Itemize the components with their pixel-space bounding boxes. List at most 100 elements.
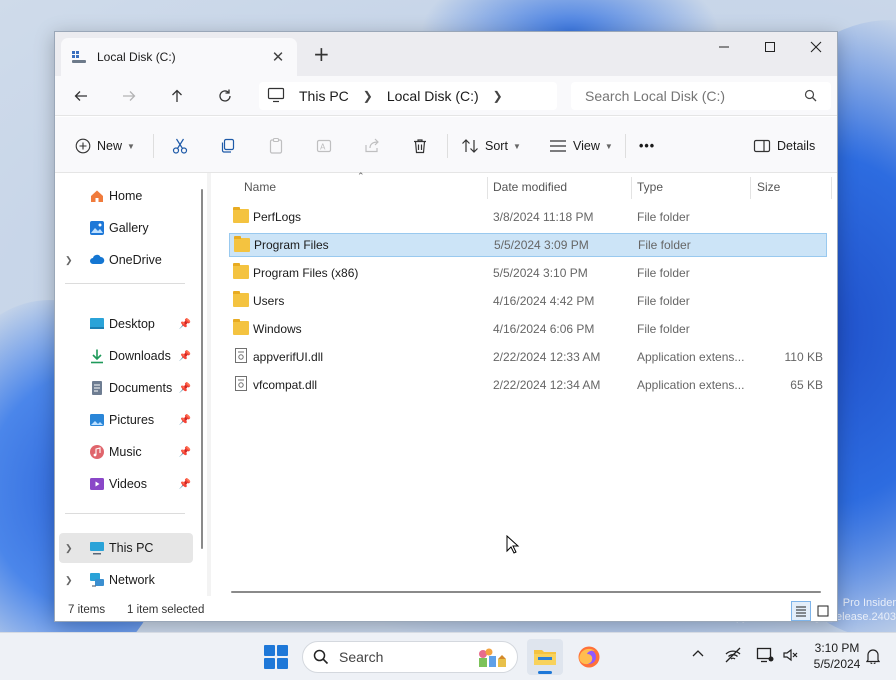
sidebar-item-pictures[interactable]: Pictures 📌 [59, 405, 193, 435]
sidebar-item-onedrive[interactable]: ❯ OneDrive [59, 245, 193, 275]
start-button[interactable] [264, 645, 288, 669]
table-row[interactable]: PerfLogs 3/8/2024 11:18 PM File folder [229, 205, 827, 229]
rename-button[interactable]: A [315, 135, 333, 157]
view-label: View [573, 139, 600, 153]
cut-button[interactable] [171, 135, 189, 157]
new-label: New [97, 139, 123, 153]
column-header-name[interactable]: Name [244, 180, 276, 194]
chevron-right-icon[interactable]: ❯ [65, 543, 73, 554]
file-type: File folder [637, 294, 690, 308]
sidebar-item-network[interactable]: ❯ Network [59, 565, 193, 595]
up-button[interactable] [165, 84, 189, 108]
breadcrumb-local-disk[interactable]: Local Disk (C:) [387, 88, 479, 104]
pin-icon[interactable]: 📌 [179, 351, 191, 362]
taskbar-search[interactable]: Search [302, 641, 518, 673]
file-name: Windows [253, 322, 302, 336]
clipboard-icon [269, 137, 283, 154]
table-row[interactable]: Windows 4/16/2024 6:06 PM File folder [229, 317, 827, 341]
svg-text:A: A [320, 143, 326, 152]
file-date-modified: 2/22/2024 12:34 AM [493, 378, 601, 392]
chevron-right-icon[interactable]: ❯ [363, 89, 373, 103]
file-date-modified: 2/22/2024 12:33 AM [493, 350, 601, 364]
sidebar-item-desktop[interactable]: Desktop 📌 [59, 309, 193, 339]
back-button[interactable] [69, 84, 93, 108]
sidebar-item-label: Home [109, 189, 143, 203]
pin-icon[interactable]: 📌 [179, 415, 191, 426]
details-pane-button[interactable]: Details [753, 135, 815, 157]
refresh-icon [219, 89, 231, 102]
table-row[interactable]: Program Files (x86) 5/5/2024 3:10 PM File … [229, 261, 827, 285]
sidebar-item-downloads[interactable]: Downloads 📌 [59, 341, 193, 371]
file-icon [235, 348, 247, 363]
notification-bell-icon[interactable] [865, 648, 881, 667]
close-window-button[interactable] [793, 32, 837, 62]
details-view-icon [796, 606, 806, 617]
column-header-size[interactable]: Size [757, 180, 780, 194]
file-name: Users [253, 294, 285, 308]
horizontal-scrollbar[interactable] [231, 591, 821, 593]
copy-icon [221, 138, 235, 153]
delete-button[interactable] [411, 135, 429, 157]
new-tab-button[interactable]: + [313, 44, 330, 64]
table-row[interactable]: Users 4/16/2024 4:42 PM File folder [229, 289, 827, 313]
tab-local-disk[interactable]: Local Disk (C:) ✕ [61, 38, 297, 76]
file-size: 110 KB [784, 350, 823, 364]
folder-icon [233, 319, 249, 335]
sidebar-item-music[interactable]: Music 📌 [59, 437, 193, 467]
navigation-pane: Home Gallery ❯ OneDrive Desktop 📌 Downlo… [55, 173, 211, 596]
pin-icon[interactable]: 📌 [179, 319, 191, 330]
breadcrumb-this-pc[interactable]: This PC [299, 88, 349, 104]
chevron-right-icon[interactable]: ❯ [65, 255, 73, 266]
copy-button[interactable] [219, 135, 237, 157]
refresh-button[interactable] [213, 84, 237, 108]
display-tray-icon[interactable] [756, 647, 774, 666]
sidebar-item-this-pc[interactable]: ❯ This PC [59, 533, 193, 563]
pin-icon[interactable]: 📌 [179, 383, 191, 394]
scissors-icon [172, 138, 188, 154]
pin-icon[interactable]: 📌 [179, 447, 191, 458]
monitor-icon [267, 87, 285, 106]
sidebar-item-home[interactable]: Home [59, 181, 193, 211]
chevron-right-icon[interactable]: ❯ [493, 89, 503, 103]
close-tab-button[interactable]: ✕ [269, 48, 287, 66]
minimize-button[interactable] [701, 32, 747, 62]
column-header-type[interactable]: Type [637, 180, 663, 194]
taskbar-file-explorer[interactable] [527, 639, 563, 675]
breadcrumb[interactable]: This PC ❯ Local Disk (C:) ❯ [259, 82, 557, 110]
table-row[interactable]: Program Files 5/5/2024 3:09 PM File folder [229, 233, 827, 257]
maximize-button[interactable] [747, 32, 793, 62]
file-type: File folder [637, 322, 690, 336]
search-input[interactable] [585, 88, 795, 104]
sidebar-scrollbar[interactable] [201, 189, 203, 549]
forward-button[interactable] [117, 84, 141, 108]
sidebar-item-gallery[interactable]: Gallery [59, 213, 193, 243]
search-box[interactable] [571, 82, 831, 110]
table-row[interactable]: vfcompat.dll 2/22/2024 12:34 AM Applicatio… [229, 373, 827, 397]
minimize-icon [719, 46, 729, 48]
mouse-cursor-icon [506, 534, 520, 558]
system-clock[interactable]: 3:10 PM 5/5/2024 [806, 640, 868, 672]
sort-button[interactable]: Sort ▼ [461, 135, 521, 157]
details-view-button[interactable] [791, 601, 811, 621]
speaker-muted-icon[interactable] [782, 647, 798, 666]
new-button[interactable]: New ▼ [75, 135, 135, 157]
paste-button[interactable] [267, 135, 285, 157]
share-button[interactable] [363, 135, 381, 157]
search-icon [804, 89, 817, 105]
show-hidden-icons-button[interactable] [692, 647, 704, 661]
chevron-right-icon[interactable]: ❯ [65, 575, 73, 586]
taskbar-firefox[interactable] [571, 639, 607, 675]
tiles-view-icon [817, 605, 829, 617]
more-options-button[interactable]: ••• [639, 135, 655, 157]
view-button[interactable]: View ▼ [549, 135, 613, 157]
details-pane-icon [753, 139, 771, 153]
network-tray-icon[interactable] [724, 647, 742, 666]
sidebar-item-videos[interactable]: Videos 📌 [59, 469, 193, 499]
sidebar-item-documents[interactable]: Documents 📌 [59, 373, 193, 403]
file-size: 65 KB [790, 378, 823, 392]
pin-icon[interactable]: 📌 [179, 479, 191, 490]
tiles-view-button[interactable] [813, 601, 833, 621]
sort-ascending-icon: ⌃ [357, 171, 365, 181]
table-row[interactable]: appverifUI.dll 2/22/2024 12:33 AM Applicat… [229, 345, 827, 369]
column-header-date[interactable]: Date modified [493, 180, 567, 194]
